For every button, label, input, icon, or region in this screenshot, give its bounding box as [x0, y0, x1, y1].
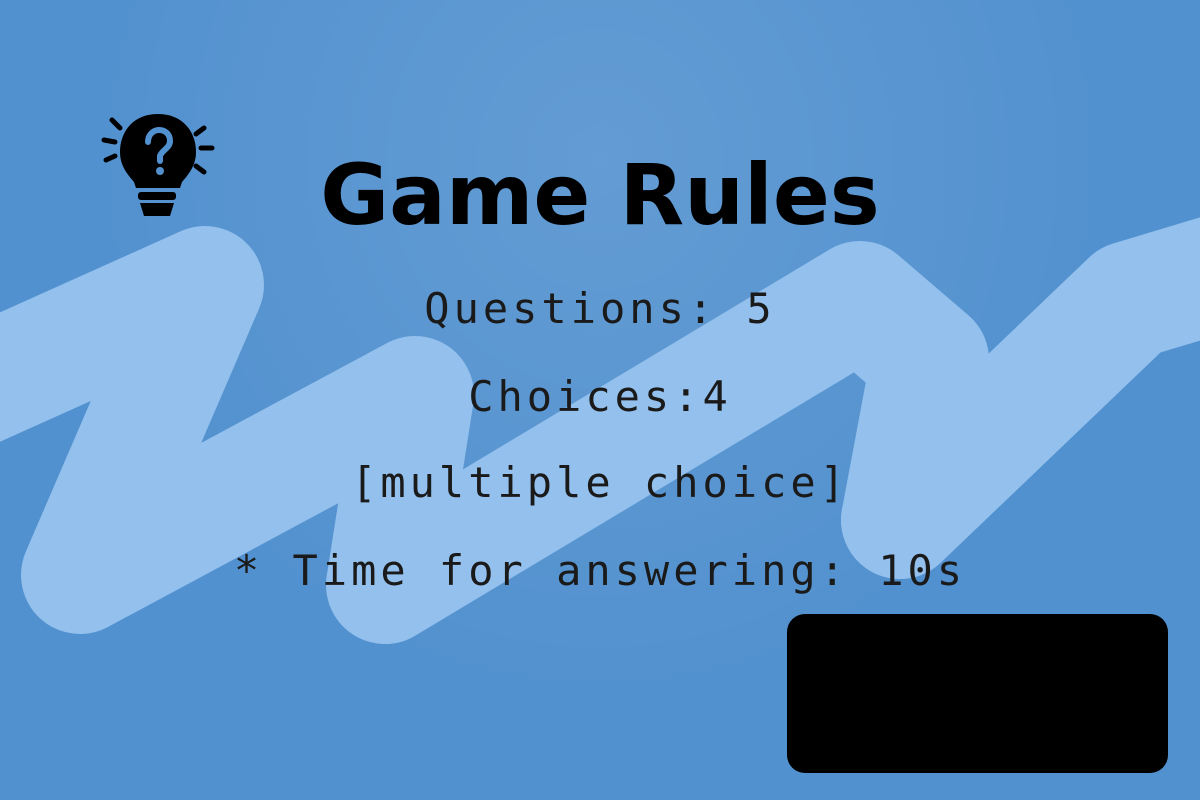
- page-title: Game Rules: [320, 146, 880, 244]
- time-rule: * Time for answering: 10s: [233, 546, 967, 595]
- questions-rule: Questions: 5: [424, 284, 776, 333]
- choice-type-rule: [multiple choice]: [351, 458, 849, 507]
- continue-button[interactable]: [787, 614, 1168, 773]
- choices-rule: Choices:4: [468, 372, 732, 421]
